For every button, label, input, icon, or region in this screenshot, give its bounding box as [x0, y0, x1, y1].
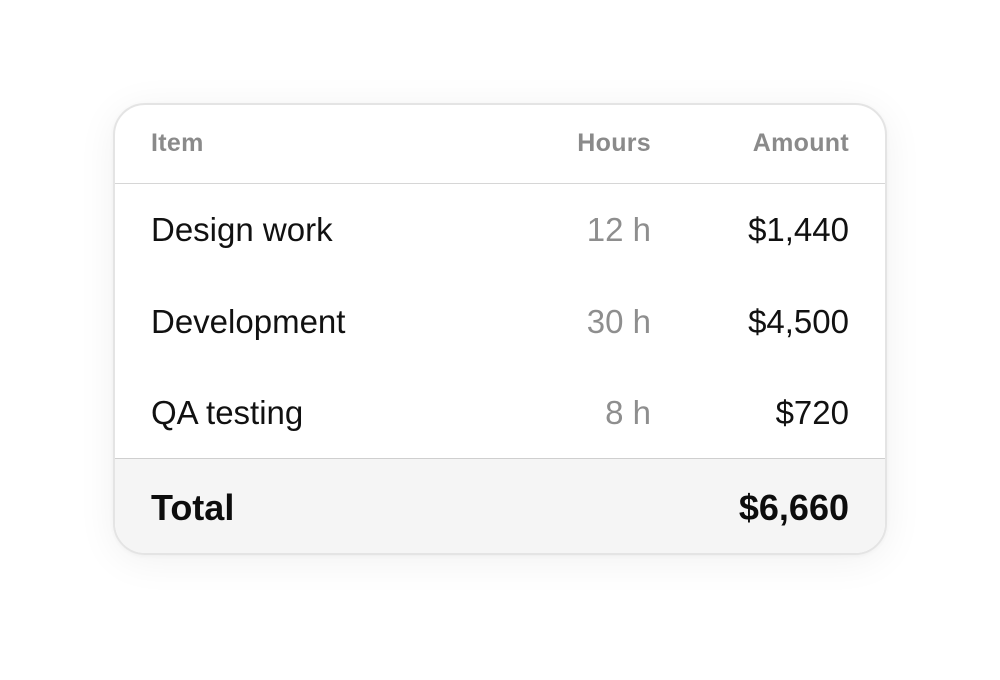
- header-amount: Amount: [752, 129, 849, 157]
- table-header-row: Item Hours Amount: [115, 105, 885, 184]
- table-row: Development 30 h $4,500: [115, 275, 885, 366]
- row-item: QA testing: [151, 394, 304, 431]
- header-item: Item: [151, 129, 204, 157]
- row-amount: $4,500: [748, 303, 849, 340]
- row-item: Development: [151, 303, 346, 340]
- row-item: Design work: [151, 211, 333, 248]
- table-row: Design work 12 h $1,440: [115, 183, 885, 274]
- row-amount: $1,440: [748, 211, 849, 248]
- row-hours: 8 h: [605, 394, 651, 431]
- total-amount: $6,660: [738, 487, 849, 528]
- invoice-table-card: Item Hours Amount Design work 12 h $1,44…: [113, 103, 887, 555]
- table-row: QA testing 8 h $720: [115, 366, 885, 457]
- total-label: Total: [151, 487, 235, 528]
- row-hours: 12 h: [586, 211, 651, 248]
- header-hours: Hours: [577, 129, 651, 157]
- row-hours: 30 h: [586, 303, 651, 340]
- row-amount: $720: [775, 394, 849, 431]
- total-row: Total $6,660: [115, 458, 885, 553]
